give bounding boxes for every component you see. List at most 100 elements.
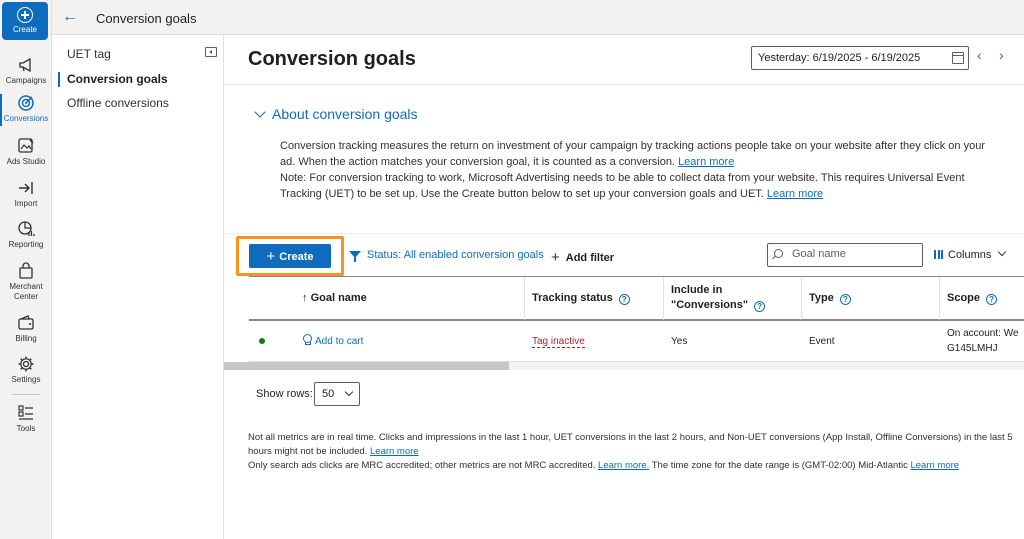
header-tracking-status-label: Tracking status [532, 292, 613, 304]
include-cell: Yes [671, 336, 688, 347]
rail-item-label: Settings [11, 375, 41, 384]
scope-cell: On account: We G145LMHJ [947, 326, 1019, 356]
header-scope[interactable]: Scope? [947, 291, 998, 306]
sidebar-item-offline-conversions[interactable]: Offline conversions [67, 96, 169, 110]
learn-more-link[interactable]: Learn more [767, 188, 823, 200]
calendar-icon [952, 52, 964, 64]
learn-more-link[interactable]: Learn more [678, 156, 734, 168]
rail-divider [12, 394, 40, 395]
wallet-icon [18, 315, 34, 330]
rail-item-label: Reporting [8, 240, 44, 249]
rail-item-label: Campaigns [5, 76, 47, 85]
status-filter[interactable]: Status: All enabled conversion goals [367, 249, 544, 261]
lightbulb-icon [302, 334, 312, 345]
rail-item-label: Import [14, 199, 38, 208]
rail-create-button[interactable]: Create [2, 2, 48, 40]
rail-item-label: Conversions [3, 114, 49, 123]
rail-item-tools[interactable]: Tools [0, 404, 52, 434]
filter-icon [349, 251, 361, 262]
info-icon[interactable]: ? [986, 294, 998, 305]
plus-circle-icon [17, 7, 33, 23]
header-include-in-conversions[interactable]: Include in "Conversions"? [671, 283, 766, 313]
page-title: Conversion goals [248, 48, 416, 70]
image-edit-icon [18, 138, 34, 153]
header-type[interactable]: Type? [809, 291, 851, 306]
header-include-label-2: "Conversions" [671, 299, 749, 311]
about-paragraph-1: Conversion tracking measures the return … [280, 140, 985, 168]
footnote-line-2: Only search ads clicks are MRC accredite… [248, 460, 596, 471]
header-goal-name[interactable]: ↑ Goal name [302, 291, 367, 306]
rail-create-label: Create [12, 25, 37, 34]
shopping-bag-icon [19, 262, 33, 279]
rail-item-reporting[interactable]: Reporting [0, 220, 52, 250]
type-cell: Event [809, 336, 835, 347]
learn-more-link[interactable]: Learn more [370, 446, 419, 457]
sort-up-arrow-icon: ↑ [302, 292, 308, 304]
secondary-sidebar: UET tag Conversion goals Offline convers… [52, 35, 224, 539]
scope-line-1: On account: We [947, 328, 1019, 339]
rows-per-page-select[interactable]: 50 [314, 382, 360, 406]
sidebar-item-conversion-goals[interactable]: Conversion goals [58, 72, 168, 87]
breadcrumb-title: Conversion goals [96, 11, 197, 26]
column-separator [524, 277, 525, 320]
scope-line-2: G145LMHJ [947, 343, 998, 354]
search-icon [774, 249, 783, 258]
rail-item-settings[interactable]: Settings [0, 355, 52, 385]
create-button[interactable]: + Create [249, 244, 331, 268]
columns-icon [934, 250, 943, 259]
add-filter-label: Add filter [565, 252, 615, 264]
rail-item-merchant-center[interactable]: Merchant Center [0, 262, 52, 302]
chevron-down-icon [344, 387, 354, 397]
rail-item-conversions[interactable]: Conversions [0, 94, 52, 126]
goal-name-cell[interactable]: Add to cart [302, 334, 363, 349]
section-divider [224, 233, 1024, 234]
tag-inactive-status[interactable]: Tag inactive [532, 336, 585, 348]
header-goal-name-label: Goal name [310, 292, 367, 304]
collapse-panel-icon[interactable] [205, 47, 217, 57]
about-toggle[interactable]: About conversion goals [254, 106, 418, 122]
about-description: Conversion tracking measures the return … [280, 138, 1000, 202]
info-icon[interactable]: ? [839, 294, 851, 305]
chevron-down-icon [254, 106, 266, 118]
learn-more-link[interactable]: Learn more. [598, 460, 649, 471]
chevron-right-icon[interactable]: › [999, 47, 1004, 63]
footnote-line-1: Not all metrics are in real time. Clicks… [248, 432, 1013, 457]
info-icon[interactable]: ? [754, 301, 766, 312]
rail-item-label: Billing [15, 334, 37, 343]
rail-item-import[interactable]: Import [0, 179, 52, 209]
add-filter-button[interactable]: + Add filter [551, 248, 615, 266]
goal-search-box [767, 243, 923, 267]
rail-item-label: Ads Studio [6, 157, 46, 166]
back-arrow-icon[interactable]: ← [62, 9, 78, 25]
plus-icon: + [551, 249, 560, 266]
header-divider [224, 84, 1024, 85]
show-rows-label: Show rows: [256, 388, 313, 400]
column-separator [939, 277, 940, 320]
rail-item-billing[interactable]: Billing [0, 314, 52, 344]
plus-icon: + [266, 248, 276, 265]
chevron-down-icon [998, 247, 1007, 257]
scrollbar-thumb[interactable] [224, 362, 509, 370]
sidebar-item-uet-tag[interactable]: UET tag [67, 47, 111, 61]
goal-name-link[interactable]: Add to cart [315, 336, 363, 347]
about-heading: About conversion goals [272, 106, 418, 122]
rail-item-campaigns[interactable]: Campaigns [0, 56, 52, 86]
footnote-timezone: The time zone for the date range is (GMT… [651, 460, 908, 471]
left-rail: Create Campaigns Conversions Ads Studio … [0, 0, 52, 539]
info-icon[interactable]: ? [618, 294, 630, 305]
rail-item-ads-studio[interactable]: Ads Studio [0, 137, 52, 167]
columns-button[interactable]: Columns [934, 247, 1007, 261]
chevron-left-icon[interactable]: ‹ [977, 47, 982, 63]
metrics-footnote: Not all metrics are in real time. Clicks… [248, 431, 1024, 473]
header-tracking-status[interactable]: Tracking status? [532, 291, 630, 306]
column-separator [801, 277, 802, 320]
rows-per-page-value: 50 [322, 388, 335, 400]
main-content: Conversion goals Yesterday: 6/19/2025 - … [224, 35, 1024, 539]
date-range-picker[interactable]: Yesterday: 6/19/2025 - 6/19/2025 [751, 46, 969, 70]
column-separator [663, 277, 664, 320]
search-input[interactable] [792, 248, 912, 260]
tools-list-icon [18, 405, 33, 420]
learn-more-link[interactable]: Learn more [910, 460, 959, 471]
table-header: ↑ Goal name Tracking status? Include in "… [249, 276, 1024, 321]
report-chart-icon [18, 221, 35, 236]
